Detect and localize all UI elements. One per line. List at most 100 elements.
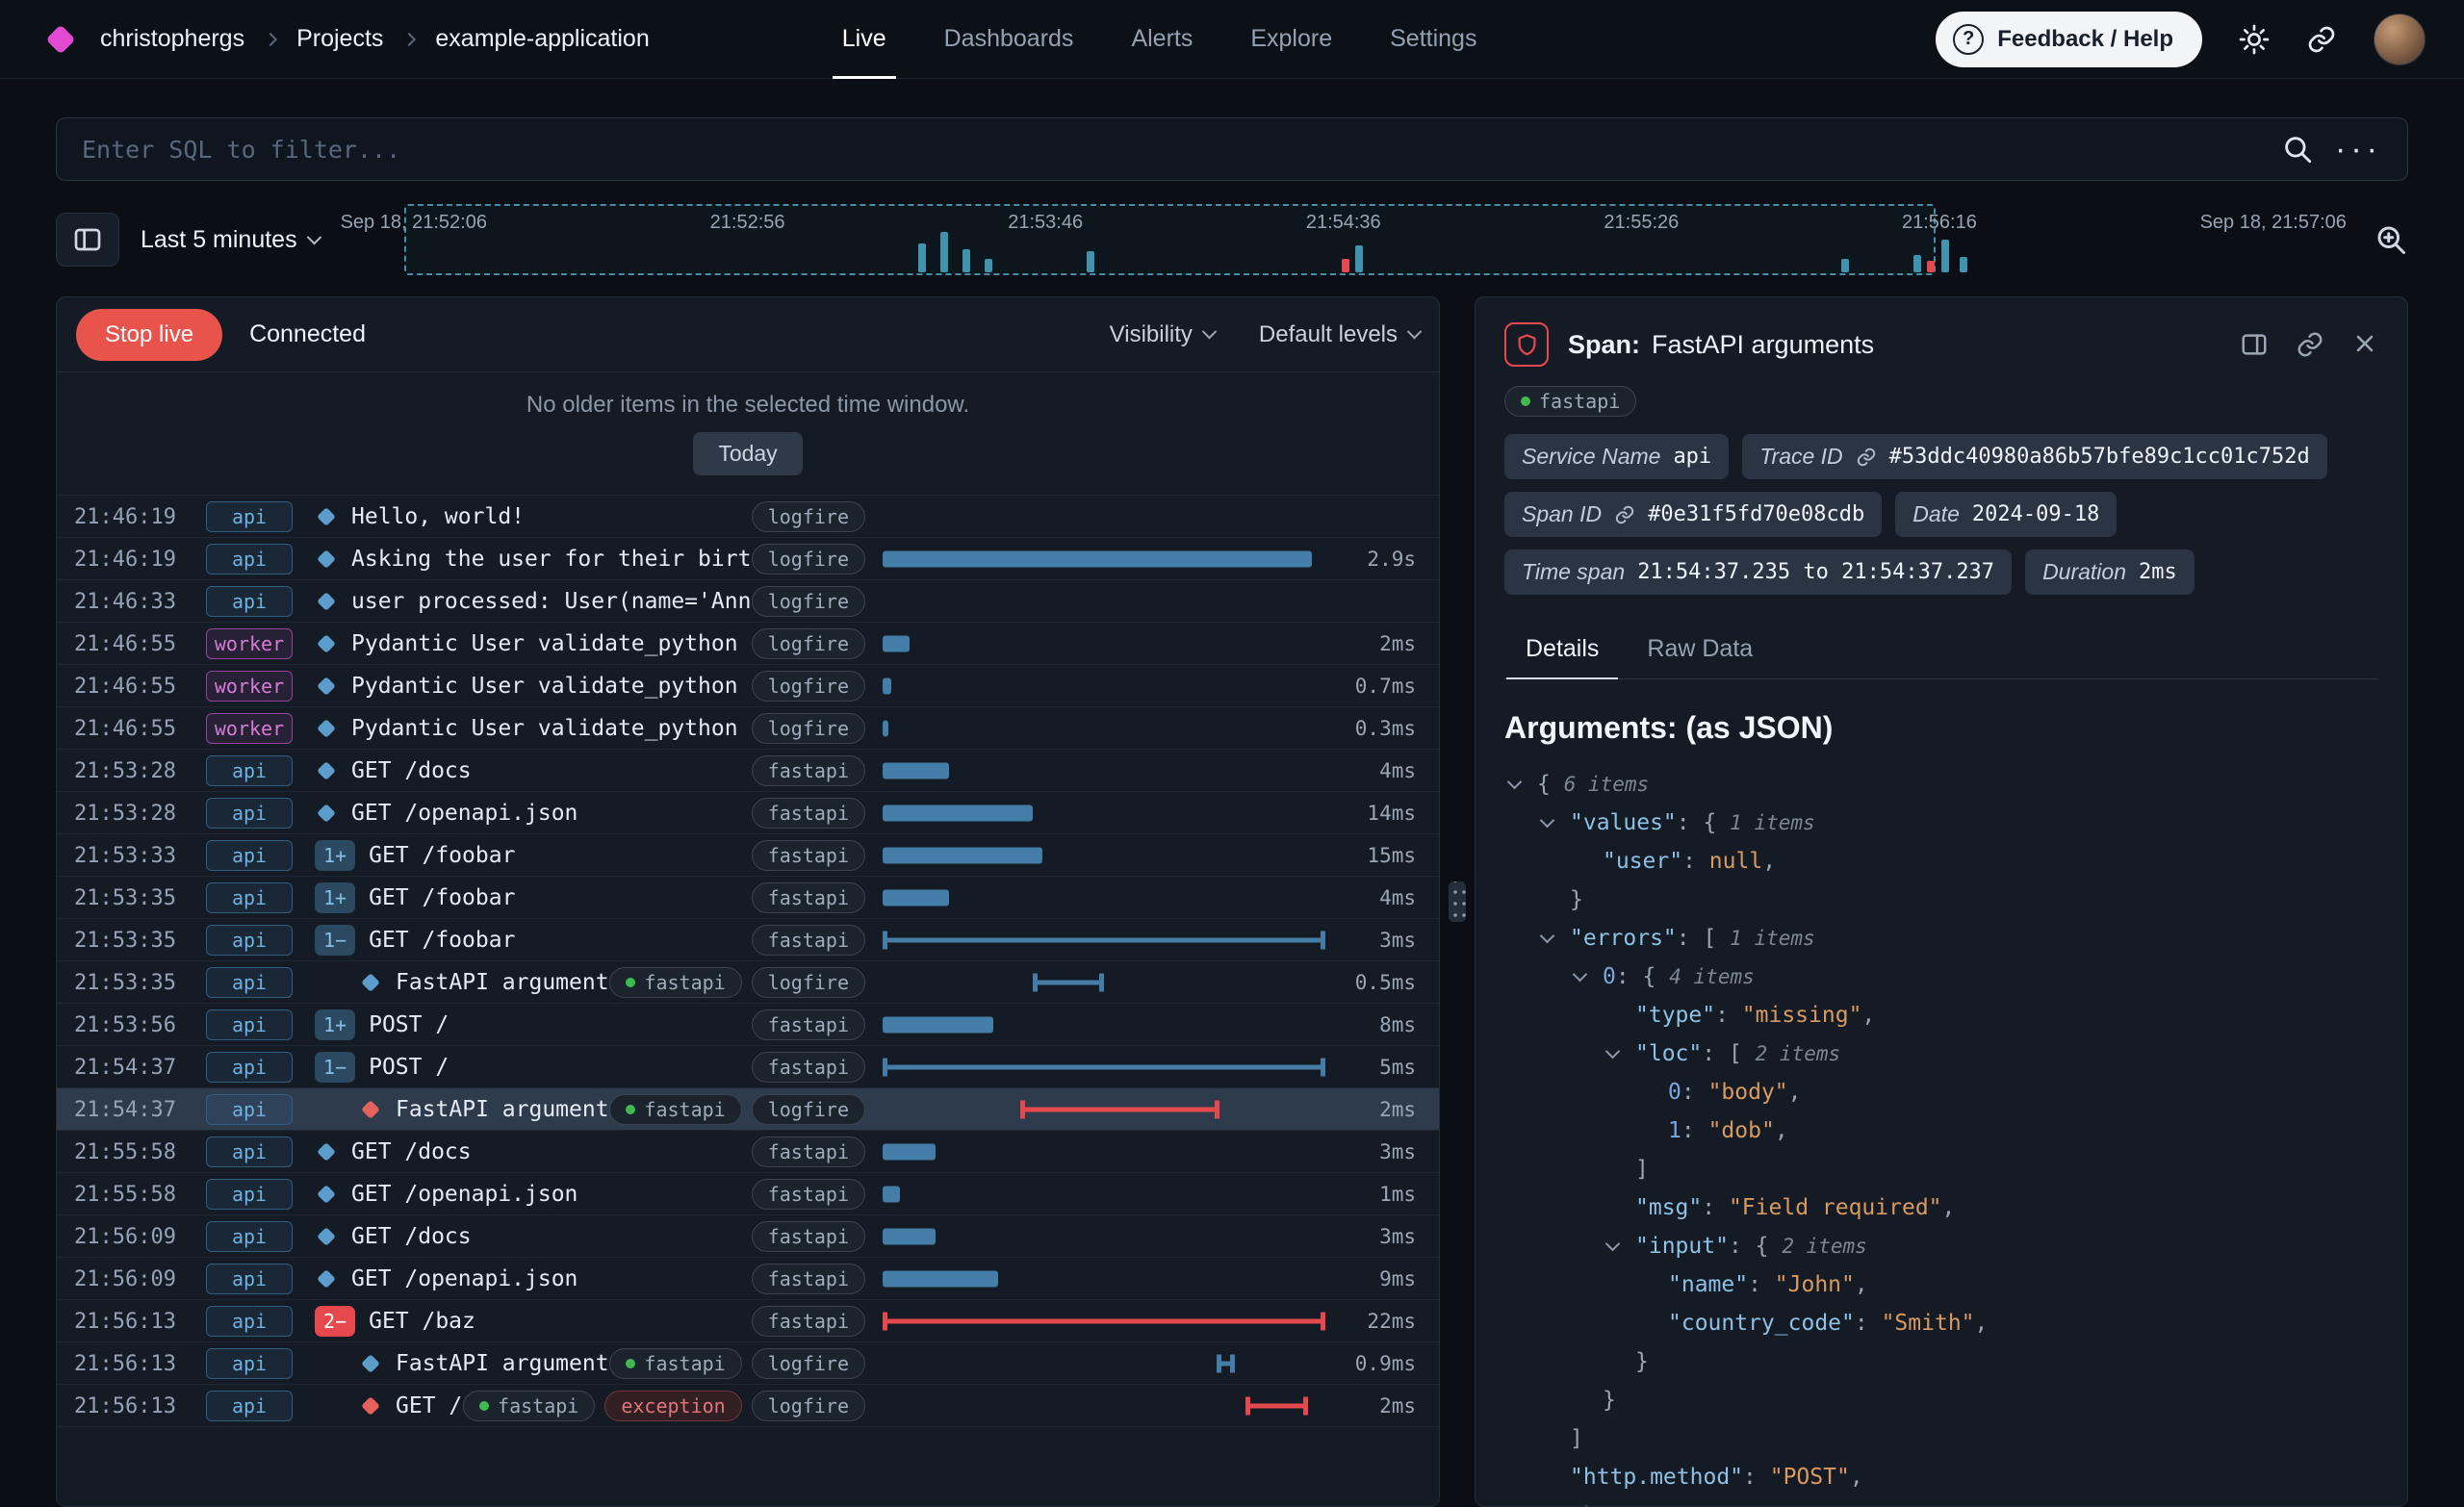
trace-row-scopes: fastapi — [752, 755, 883, 786]
trace-row[interactable]: 21:46:19apiAsking the user for their bir… — [57, 538, 1439, 580]
search-icon[interactable] — [2281, 133, 2314, 166]
trace-row[interactable]: 21:53:56api1+POST /fastapi8ms — [57, 1004, 1439, 1046]
user-avatar[interactable] — [2374, 13, 2426, 65]
trace-row-waterfall — [883, 877, 1325, 919]
timeline-tick-2: 21:53:46 — [1008, 212, 1083, 234]
breadcrumb-item-2[interactable]: example-application — [435, 25, 649, 53]
json-line-expandable: 0: { 4 items — [1504, 958, 2378, 996]
open-side-panel-icon[interactable] — [2240, 330, 2269, 359]
child-count-badge[interactable]: 1+ — [315, 840, 355, 871]
trace-row-service: worker — [192, 713, 307, 744]
breadcrumb-item-1[interactable]: Projects — [296, 25, 383, 53]
service-tag: api — [206, 882, 293, 913]
trace-row[interactable]: 21:56:09apiGET /docsfastapi3ms — [57, 1215, 1439, 1258]
panel-resize-divider[interactable] — [1440, 296, 1475, 1507]
caret-down-icon[interactable] — [1603, 1042, 1628, 1067]
trace-row[interactable]: 21:56:09apiGET /openapi.jsonfastapi9ms — [57, 1258, 1439, 1300]
json-line-expandable: "input": { 2 items — [1504, 1227, 2378, 1265]
trace-row-time: 21:46:55 — [57, 717, 192, 741]
theme-toggle-icon[interactable] — [2239, 24, 2270, 55]
caret-down-icon[interactable] — [1570, 965, 1595, 990]
timeline-tick-6: Sep 18, 21:57:06 — [2200, 212, 2347, 234]
trace-row-service: api — [192, 1264, 307, 1294]
default-levels-dropdown[interactable]: Default levels — [1259, 321, 1420, 348]
trace-row[interactable]: 21:46:19apiHello, world!logfire — [57, 496, 1439, 538]
trace-row[interactable]: 21:53:35api1−GET /foobarfastapi3ms — [57, 919, 1439, 961]
timeline[interactable]: Sep 18, 21:52:0621:52:5621:53:4621:54:36… — [341, 202, 2347, 277]
caret-down-icon[interactable] — [1537, 811, 1562, 836]
today-button[interactable]: Today — [693, 432, 802, 475]
nav-tab-settings[interactable]: Settings — [1361, 0, 1505, 79]
duration-bar — [883, 1271, 998, 1288]
child-count-badge[interactable]: 1− — [315, 925, 355, 956]
copy-link-icon[interactable] — [2296, 330, 2324, 359]
trace-row-waterfall — [883, 1131, 1325, 1173]
trace-row-time: 21:56:09 — [57, 1225, 192, 1249]
scope-label: fastapi — [768, 1310, 849, 1333]
scope-label: logfire — [768, 1352, 849, 1375]
trace-row-time: 21:46:55 — [57, 632, 192, 656]
scope-label: fastapi — [768, 929, 849, 952]
trace-row[interactable]: 21:56:13apiFastAPI argumentsfastapilogfi… — [57, 1342, 1439, 1385]
breadcrumb-item-0[interactable]: christophergs — [100, 25, 244, 53]
trace-row[interactable]: 21:53:28apiGET /openapi.jsonfastapi14ms — [57, 792, 1439, 834]
timeline-tick-1: 21:52:56 — [710, 212, 785, 234]
trace-row[interactable]: 21:53:35apiFastAPI argumentsfastapilogfi… — [57, 961, 1439, 1004]
trace-row[interactable]: 21:46:55workerPydantic User validate_pyt… — [57, 665, 1439, 707]
scope-chip: fastapi — [752, 1179, 865, 1210]
close-icon[interactable] — [2351, 330, 2378, 359]
trace-row-time: 21:46:55 — [57, 675, 192, 699]
caret-down-icon[interactable] — [1537, 927, 1562, 952]
scope-chip: fastapi — [752, 1009, 865, 1040]
time-range-select[interactable]: Last 5 minutes — [141, 226, 320, 254]
trace-row[interactable]: 21:53:35api1+GET /foobarfastapi4ms — [57, 877, 1439, 919]
trace-row[interactable]: 21:55:58apiGET /docsfastapi3ms — [57, 1131, 1439, 1173]
trace-row[interactable]: 21:54:37apiFastAPI argumentsfastapilogfi… — [57, 1088, 1439, 1131]
trace-row[interactable]: 21:46:33apiuser processed: User(name='An… — [57, 580, 1439, 623]
scope-label: fastapi — [768, 759, 849, 782]
trace-row-waterfall — [883, 919, 1325, 961]
nav-tab-alerts[interactable]: Alerts — [1102, 0, 1221, 79]
share-link-icon[interactable] — [2306, 24, 2337, 55]
span-name: POST / — [369, 1012, 449, 1037]
drag-handle-icon[interactable] — [1449, 881, 1466, 922]
scope-label: fastapi — [768, 802, 849, 825]
trace-row-waterfall — [883, 1046, 1325, 1088]
caret-down-icon[interactable] — [1504, 773, 1529, 798]
sql-filter-input[interactable] — [82, 136, 2262, 164]
filter-overflow-menu-icon[interactable]: ··· — [2335, 140, 2382, 159]
child-count-badge[interactable]: 1+ — [315, 882, 355, 913]
tab-details[interactable]: Details — [1504, 624, 1620, 678]
trace-row-waterfall — [883, 538, 1325, 580]
stop-live-button[interactable]: Stop live — [76, 309, 222, 361]
child-count-badge[interactable]: 1− — [315, 1052, 355, 1083]
caret-down-icon[interactable] — [1603, 1235, 1628, 1260]
nav-tab-dashboards[interactable]: Dashboards — [915, 0, 1103, 79]
nav-tab-live[interactable]: Live — [813, 0, 915, 79]
trace-row[interactable]: 21:46:55workerPydantic User validate_pyt… — [57, 623, 1439, 665]
sidebar-toggle-button[interactable] — [56, 213, 119, 267]
trace-row-scopes: fastapilogfire — [609, 1094, 883, 1125]
zoom-in-icon[interactable] — [2374, 222, 2408, 257]
nav-tab-explore[interactable]: Explore — [1221, 0, 1361, 79]
trace-row[interactable]: 21:46:55worker Pydantic User validate_pyt… — [57, 707, 1439, 750]
child-count-badge[interactable]: 1+ — [315, 1009, 355, 1040]
logfire-logo-icon[interactable] — [45, 24, 75, 54]
service-tag: api — [206, 1094, 293, 1125]
span-name: Pydantic User validate_python — [351, 716, 738, 741]
trace-row-service: worker — [192, 671, 307, 702]
child-count-badge[interactable]: 2− — [315, 1306, 355, 1337]
scope-label: logfire — [768, 548, 849, 571]
visibility-dropdown[interactable]: Visibility — [1110, 321, 1215, 348]
trace-row[interactable]: 21:53:33api1+GET /foobarfastapi15ms — [57, 834, 1439, 877]
trace-row[interactable]: 21:53:28apiGET /docsfastapi4ms — [57, 750, 1439, 792]
scope-chip: fastapi — [609, 1348, 741, 1379]
json-line: ] — [1504, 1419, 2378, 1458]
trace-row[interactable]: 21:54:37api1−POST /fastapi5ms — [57, 1046, 1439, 1088]
trace-row[interactable]: 21:56:13apiGET /baz (fofastapiexceptionl… — [57, 1385, 1439, 1427]
tab-raw-data[interactable]: Raw Data — [1626, 624, 1774, 678]
trace-row[interactable]: 21:56:13api2−GET /bazfastapi22ms — [57, 1300, 1439, 1342]
trace-row[interactable]: 21:55:58apiGET /openapi.jsonfastapi1ms — [57, 1173, 1439, 1215]
feedback-help-button[interactable]: ? Feedback / Help — [1936, 12, 2202, 67]
trace-row-time: 21:54:37 — [57, 1098, 192, 1122]
